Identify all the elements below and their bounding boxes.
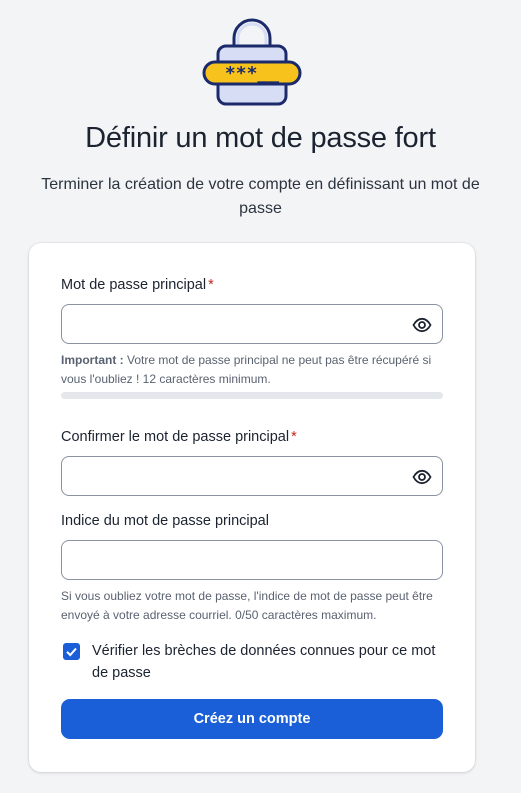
breach-check-label[interactable]: Vérifier les brèches de données connues … (92, 640, 442, 684)
create-account-button[interactable]: Créez un compte (61, 699, 443, 739)
required-mark: * (208, 277, 214, 293)
confirm-password-input[interactable] (61, 456, 443, 496)
password-hint-help: Si vous oubliez votre mot de passe, l'in… (61, 589, 433, 622)
breach-check-checkbox[interactable] (63, 643, 80, 660)
page-title: Définir un mot de passe fort (85, 122, 436, 154)
lock-icon: ***__ (202, 18, 302, 106)
lock-illustration: ***__ (201, 16, 303, 108)
master-password-input[interactable] (61, 304, 443, 344)
page-subtitle: Terminer la création de votre compte en … (41, 176, 480, 217)
form-card: Mot de passe principal * Important : Votr… (29, 243, 475, 772)
checkmark-icon (66, 647, 77, 657)
show-password-eye-icon[interactable] (412, 315, 432, 335)
master-password-label: Mot de passe principal * (61, 277, 214, 293)
lock-stars: ***__ (225, 63, 279, 84)
required-mark: * (291, 429, 297, 445)
password-strength-bar (61, 392, 443, 399)
master-password-hint: Important : Votre mot de passe principal… (61, 353, 432, 386)
password-hint-label: Indice du mot de passe principal (61, 513, 269, 529)
confirm-password-label: Confirmer le mot de passe principal * (61, 429, 297, 445)
password-hint-input[interactable] (61, 540, 443, 580)
show-password-eye-icon[interactable] (412, 467, 432, 487)
